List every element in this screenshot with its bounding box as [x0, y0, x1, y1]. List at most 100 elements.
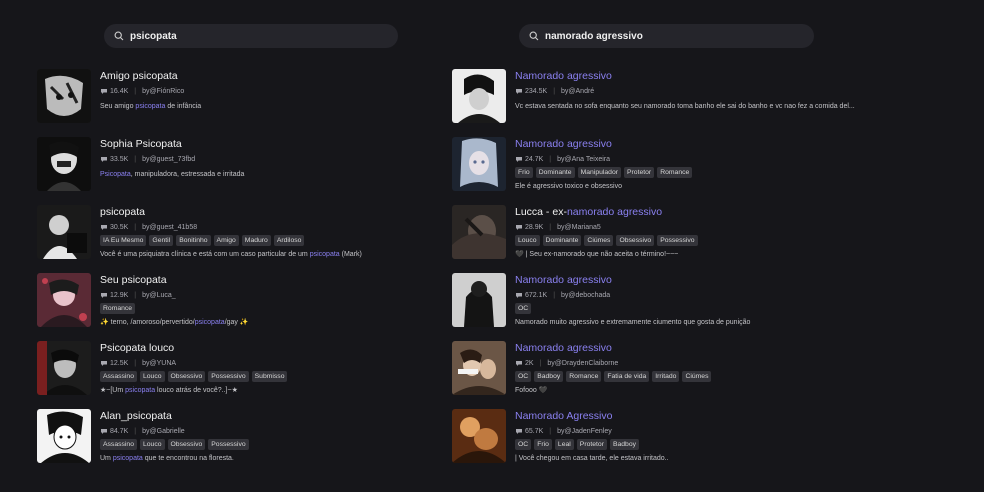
tag-chip[interactable]: Gentil [149, 235, 174, 246]
tag-chip[interactable]: Louco [139, 371, 165, 382]
result-card[interactable]: Namorado Agressivo 65.7K | by@JadenFenley OC… [452, 409, 984, 477]
result-card[interactable]: Namorado agressivo 24.7K | by@Ana Teixeira F… [452, 137, 984, 205]
card-description: ✨ terno, /amoroso/pervertido/psicopata/g… [100, 318, 440, 327]
tag-chip[interactable]: Badboy [534, 371, 564, 382]
tag-chip[interactable]: IA Eu Mesmo [100, 235, 147, 246]
tag-chip[interactable]: Protetor [576, 439, 607, 450]
tag-chip[interactable]: Assassino [100, 371, 137, 382]
author-link[interactable]: by@Ana Teixeira [557, 155, 610, 164]
result-card[interactable]: Namorado agressivo 672.1K | by@debochada OC N… [452, 273, 984, 341]
result-card[interactable]: Amigo psicopata 16.4K | by@FiónRico Seu amig… [37, 69, 440, 137]
card-title[interactable]: Psicopata louco [100, 342, 440, 354]
character-avatar[interactable] [37, 273, 91, 327]
card-title[interactable]: Namorado agressivo [515, 274, 885, 286]
tag-chip[interactable]: Ardiloso [273, 235, 305, 246]
tag-chip[interactable]: Possessivo [208, 371, 249, 382]
card-title[interactable]: Namorado agressivo [515, 70, 885, 82]
tag-chip[interactable]: OC [515, 439, 532, 450]
card-title[interactable]: Namorado Agressivo [515, 410, 885, 422]
tag-chip[interactable]: Romance [100, 303, 136, 314]
character-avatar[interactable] [452, 205, 506, 259]
tag-chip[interactable]: Protetor [624, 167, 655, 178]
tag-chip[interactable]: Frio [534, 439, 552, 450]
result-card[interactable]: Lucca - ex-namorado agressivo 28.9K | by@Ma… [452, 205, 984, 273]
author-link[interactable]: by@JadenFenley [557, 427, 612, 436]
tag-chip[interactable]: Ciúmes [584, 235, 614, 246]
search-input-right[interactable]: namorado agressivo [545, 31, 643, 42]
character-avatar[interactable] [452, 137, 506, 191]
author-link[interactable]: by@DraydenClaiborne [547, 359, 618, 368]
tag-chip[interactable]: Obsessivo [616, 235, 655, 246]
tag-chip[interactable]: OC [515, 371, 532, 382]
card-title[interactable]: Namorado agressivo [515, 138, 885, 150]
character-avatar[interactable] [452, 69, 506, 123]
tag-chip[interactable]: Possessivo [657, 235, 698, 246]
tag-chip[interactable]: Bonitinho [176, 235, 211, 246]
tag-chip[interactable]: Submisso [251, 371, 288, 382]
card-title[interactable]: Amigo psicopata [100, 70, 440, 82]
author-link[interactable]: by@guest_73fbd [142, 155, 195, 164]
card-title[interactable]: Sophia Psicopata [100, 138, 440, 150]
author-link[interactable]: by@debochada [561, 291, 610, 300]
author-link[interactable]: by@YUNA [142, 359, 176, 368]
author-link[interactable]: by@guest_41b58 [142, 223, 197, 232]
tag-chip[interactable]: Amigo [213, 235, 239, 246]
character-avatar[interactable] [37, 341, 91, 395]
meta-separator: | [134, 428, 137, 435]
tag-chip[interactable]: Manipulador [577, 167, 621, 178]
tag-chip[interactable]: Badboy [609, 439, 640, 450]
card-info: Namorado agressivo 672.1K | by@debochada OC N… [515, 274, 885, 341]
tag-chip[interactable]: Maduro [241, 235, 271, 246]
card-info: Sophia Psicopata 33.5K | by@guest_73fbd Psic… [100, 138, 440, 205]
tag-chip[interactable]: Dominante [535, 167, 575, 178]
card-title[interactable]: Alan_psicopata [100, 410, 440, 422]
card-meta: 65.7K | by@JadenFenley [515, 427, 885, 436]
tag-chip[interactable]: Romance [566, 371, 602, 382]
chat-count: 33.5K [110, 156, 129, 163]
tag-chip[interactable]: Leal [554, 439, 574, 450]
result-card[interactable]: Alan_psicopata 84.7K | by@Gabrielle Assassin… [37, 409, 440, 477]
result-card[interactable]: Namorado agressivo 2K | by@DraydenClaiborne… [452, 341, 984, 409]
tag-chip[interactable]: Obsessivo [167, 371, 206, 382]
tag-chip[interactable]: Possessivo [208, 439, 249, 450]
character-avatar[interactable] [452, 273, 506, 327]
author-link[interactable]: by@FiónRico [142, 87, 184, 96]
card-description: Um psicopata que te encontrou na florest… [100, 454, 440, 463]
tag-chip[interactable]: OC [515, 303, 532, 314]
chat-count: 84.7K [110, 428, 129, 435]
result-card[interactable]: Namorado agressivo 234.5K | by@André Vc esta… [452, 69, 984, 137]
search-bar-right[interactable]: namorado agressivo [519, 24, 814, 48]
result-card[interactable]: Psicopata louco 12.5K | by@YUNA Assassino Lou… [37, 341, 440, 409]
tag-chip[interactable]: Assassino [100, 439, 137, 450]
card-description: Namorado muito agressivo e extremamente … [515, 318, 885, 327]
tag-chip[interactable]: Obsessivo [167, 439, 206, 450]
chat-count: 30.5K [110, 224, 129, 231]
author-link[interactable]: by@Luca_ [142, 291, 176, 300]
card-title[interactable]: Lucca - ex-namorado agressivo [515, 206, 885, 218]
character-avatar[interactable] [37, 137, 91, 191]
character-avatar[interactable] [452, 409, 506, 463]
search-bar-left[interactable]: psicopata [104, 24, 398, 48]
author-link[interactable]: by@Mariana5 [557, 223, 601, 232]
result-card[interactable]: Seu psicopata 12.9K | by@Luca_ Romance ✨ tern… [37, 273, 440, 341]
character-avatar[interactable] [37, 69, 91, 123]
character-avatar[interactable] [37, 205, 91, 259]
tag-chip[interactable]: Irritado [652, 371, 680, 382]
tag-chip[interactable]: Dominante [542, 235, 582, 246]
card-title[interactable]: Seu psicopata [100, 274, 440, 286]
result-card[interactable]: Sophia Psicopata 33.5K | by@guest_73fbd Psic… [37, 137, 440, 205]
tag-chip[interactable]: Fatia de vida [604, 371, 650, 382]
author-link[interactable]: by@André [561, 87, 594, 96]
tag-chip[interactable]: Frio [515, 167, 533, 178]
author-link[interactable]: by@Gabrielle [142, 427, 185, 436]
result-card[interactable]: psicopata 30.5K | by@guest_41b58 IA Eu Mesmo… [37, 205, 440, 273]
tag-chip[interactable]: Ciúmes [682, 371, 712, 382]
character-avatar[interactable] [452, 341, 506, 395]
tag-chip[interactable]: Romance [657, 167, 693, 178]
search-input-left[interactable]: psicopata [130, 31, 177, 42]
tag-chip[interactable]: Louco [515, 235, 540, 246]
card-title[interactable]: Namorado agressivo [515, 342, 885, 354]
tag-chip[interactable]: Louco [139, 439, 165, 450]
character-avatar[interactable] [37, 409, 91, 463]
card-title[interactable]: psicopata [100, 206, 440, 218]
